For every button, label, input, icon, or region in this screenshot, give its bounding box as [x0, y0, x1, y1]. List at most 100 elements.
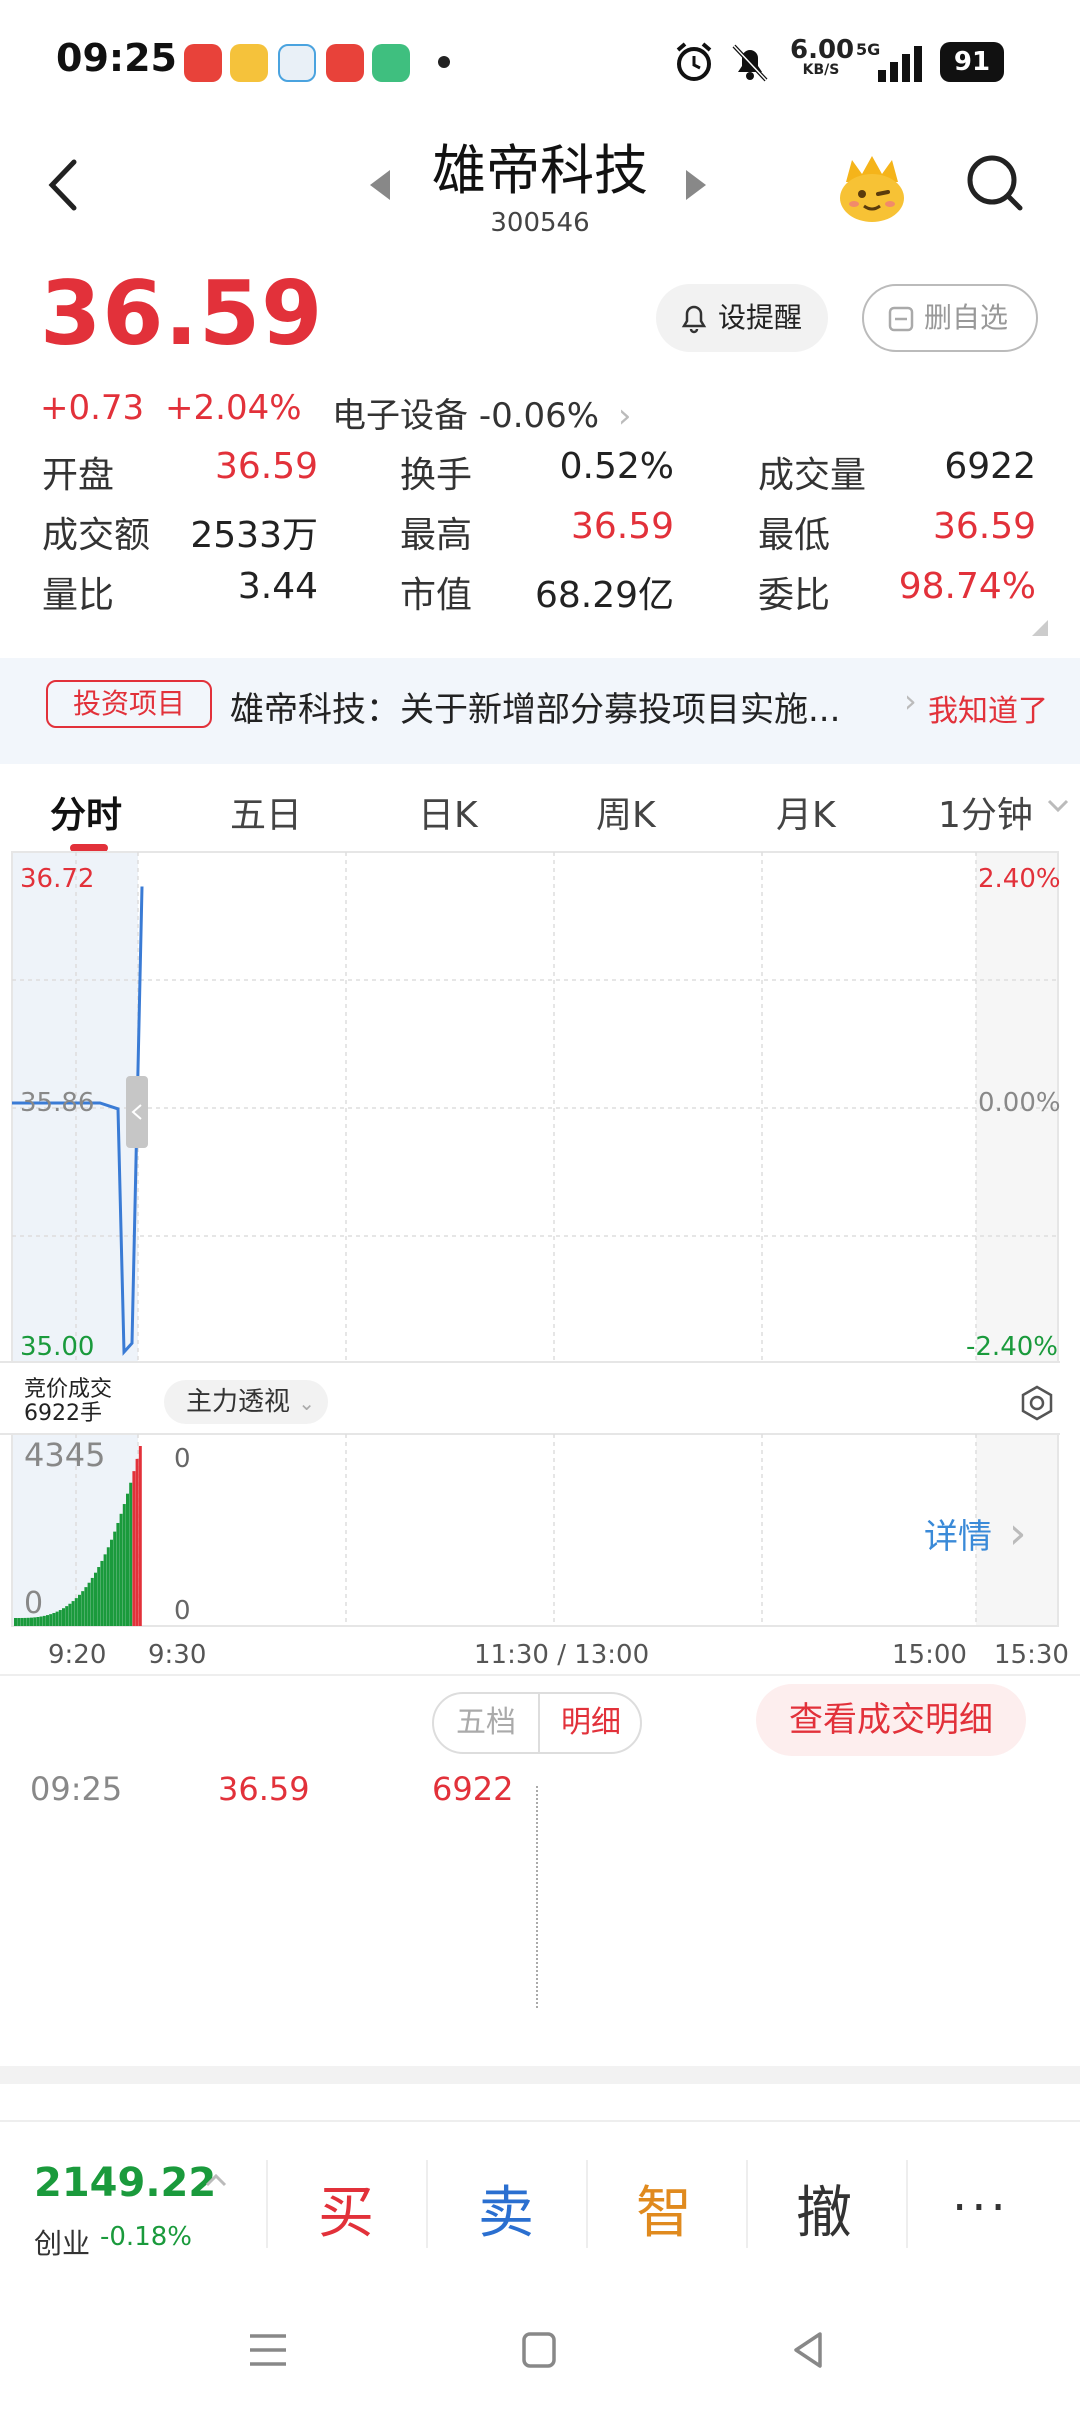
tab-minute-k[interactable]: 1分钟	[938, 786, 1033, 838]
tab-weekly-k[interactable]: 周K	[596, 786, 656, 838]
chevron-up-icon[interactable]	[204, 2172, 228, 2188]
tab-five-day[interactable]: 五日	[230, 786, 302, 838]
volume-bar	[97, 1567, 101, 1626]
network-speed: 6.00 KB/S	[790, 37, 854, 78]
auction-volume: 6922手	[24, 1401, 102, 1426]
metric-value: 36.59	[570, 506, 674, 547]
volume-bar	[81, 1591, 85, 1626]
volume-bar	[119, 1513, 123, 1626]
index-name: 创业	[34, 2227, 91, 2260]
remove-watchlist-button[interactable]: 删自选	[862, 284, 1038, 352]
volume-bar	[78, 1594, 81, 1626]
index-change: -0.18%	[100, 2222, 192, 2252]
more-button[interactable]: ···	[952, 2180, 1010, 2236]
indicator-label: 主力透视	[186, 1387, 291, 1417]
search-icon[interactable]	[962, 150, 1028, 216]
settings-icon[interactable]	[1018, 1384, 1056, 1422]
volume-bar	[42, 1615, 46, 1626]
smart-trade-button[interactable]: 智	[614, 2168, 714, 2249]
index-value[interactable]: 2149.22	[34, 2160, 216, 2206]
view-trade-details-button[interactable]: 查看成交明细	[756, 1684, 1026, 1756]
metric-label: 委比	[758, 575, 831, 616]
price-change-row: +0.73 +2.04%	[40, 388, 302, 428]
action-separator	[426, 2160, 428, 2248]
volume-bar	[62, 1608, 65, 1626]
chart-bottom-divider	[0, 1674, 1080, 1676]
battery-indicator: 91	[940, 42, 1004, 82]
volume-axis-zero: 0	[24, 1586, 44, 1621]
tab-monthly-k[interactable]: 月K	[776, 786, 836, 838]
indicator-selector[interactable]: 主力透视 ⌄	[164, 1380, 328, 1424]
volume-axis-max: 4345	[24, 1436, 106, 1474]
intraday-chart[interactable]	[0, 850, 1080, 1680]
sector-link[interactable]: 电子设备 -0.06% ›	[332, 388, 632, 437]
alarm-icon	[676, 42, 712, 81]
bell-icon	[681, 305, 707, 334]
chart-drag-handle[interactable]	[126, 1076, 148, 1148]
back-nav-icon[interactable]	[778, 2320, 838, 2380]
signal-icon	[878, 46, 922, 82]
trade-price: 36.59	[218, 1770, 310, 1808]
time-axis-label: 15:00	[892, 1640, 967, 1670]
sector-change: -0.06%	[478, 396, 600, 436]
metric-label: 成交量	[758, 455, 867, 496]
expand-corner-icon[interactable]	[1032, 620, 1048, 636]
sell-button[interactable]: 卖	[456, 2168, 556, 2249]
cancel-order-button[interactable]: 撤	[774, 2168, 874, 2249]
action-separator	[906, 2160, 908, 2248]
volume-bar	[103, 1554, 107, 1626]
metric-label: 量比	[42, 575, 115, 616]
volume-bar	[110, 1539, 113, 1626]
buy-button[interactable]: 买	[296, 2168, 396, 2249]
volume-bar	[84, 1587, 88, 1626]
metric-value: 6922	[944, 446, 1036, 487]
status-time: 09:25	[56, 36, 177, 80]
action-separator	[266, 2160, 268, 2248]
metric-value: 3.44	[237, 566, 318, 607]
xiaohongshu-icon	[326, 44, 364, 82]
set-alert-button[interactable]: 设提醒	[656, 284, 828, 352]
volume-bar	[94, 1572, 97, 1626]
chart-grid	[12, 852, 1058, 1626]
chevron-right-icon: ›	[904, 682, 917, 720]
trade-detail-button[interactable]: 明细	[538, 1694, 640, 1752]
time-axis-label: 9:30	[148, 1640, 207, 1670]
volume-bar	[55, 1611, 59, 1626]
news-dismiss-button[interactable]: 我知道了	[928, 686, 1048, 730]
action-separator	[586, 2160, 588, 2248]
price-axis-low: 35.00	[20, 1332, 95, 1362]
metric-value: 2533万	[190, 515, 318, 556]
details-link[interactable]: 详情 ›	[924, 1508, 1026, 1559]
mascot-icon[interactable]	[832, 148, 912, 228]
volume-bar	[46, 1615, 49, 1626]
news-headline[interactable]: 雄帝科技：关于新增部分募投项目实施...	[230, 682, 880, 731]
volume-bar	[14, 1618, 17, 1626]
action-separator	[746, 2160, 748, 2248]
volume-bar	[71, 1601, 75, 1626]
pct-axis-mid: 0.00%	[978, 1088, 1061, 1118]
home-nav-icon[interactable]	[508, 2320, 568, 2380]
details-label: 详情	[924, 1517, 992, 1557]
volume-bar	[58, 1610, 62, 1626]
price-change: +0.73	[40, 388, 145, 428]
chevron-down-icon[interactable]	[1046, 798, 1070, 814]
volume-bar	[113, 1531, 117, 1626]
chevron-right-icon: ›	[617, 396, 632, 436]
back-button[interactable]	[40, 150, 90, 220]
volume-bar	[90, 1577, 94, 1626]
next-stock-arrow[interactable]	[682, 168, 710, 202]
set-alert-label: 设提醒	[718, 301, 803, 334]
menu-nav-icon[interactable]	[238, 2320, 298, 2380]
five-level-button[interactable]: 五档	[434, 1694, 538, 1752]
tab-intraday[interactable]: 分时	[50, 786, 122, 838]
metric-value: 36.59	[214, 446, 318, 487]
time-axis-label: 9:20	[48, 1640, 107, 1670]
volume-bar	[138, 1446, 142, 1626]
trade-time: 09:25	[30, 1770, 123, 1808]
tab-daily-k[interactable]: 日K	[418, 786, 478, 838]
volume-bar	[87, 1582, 91, 1626]
volume-bar	[126, 1493, 129, 1626]
volume-bar	[49, 1614, 53, 1626]
trade-volume: 6922	[432, 1770, 514, 1808]
metric-label: 最低	[758, 515, 831, 556]
